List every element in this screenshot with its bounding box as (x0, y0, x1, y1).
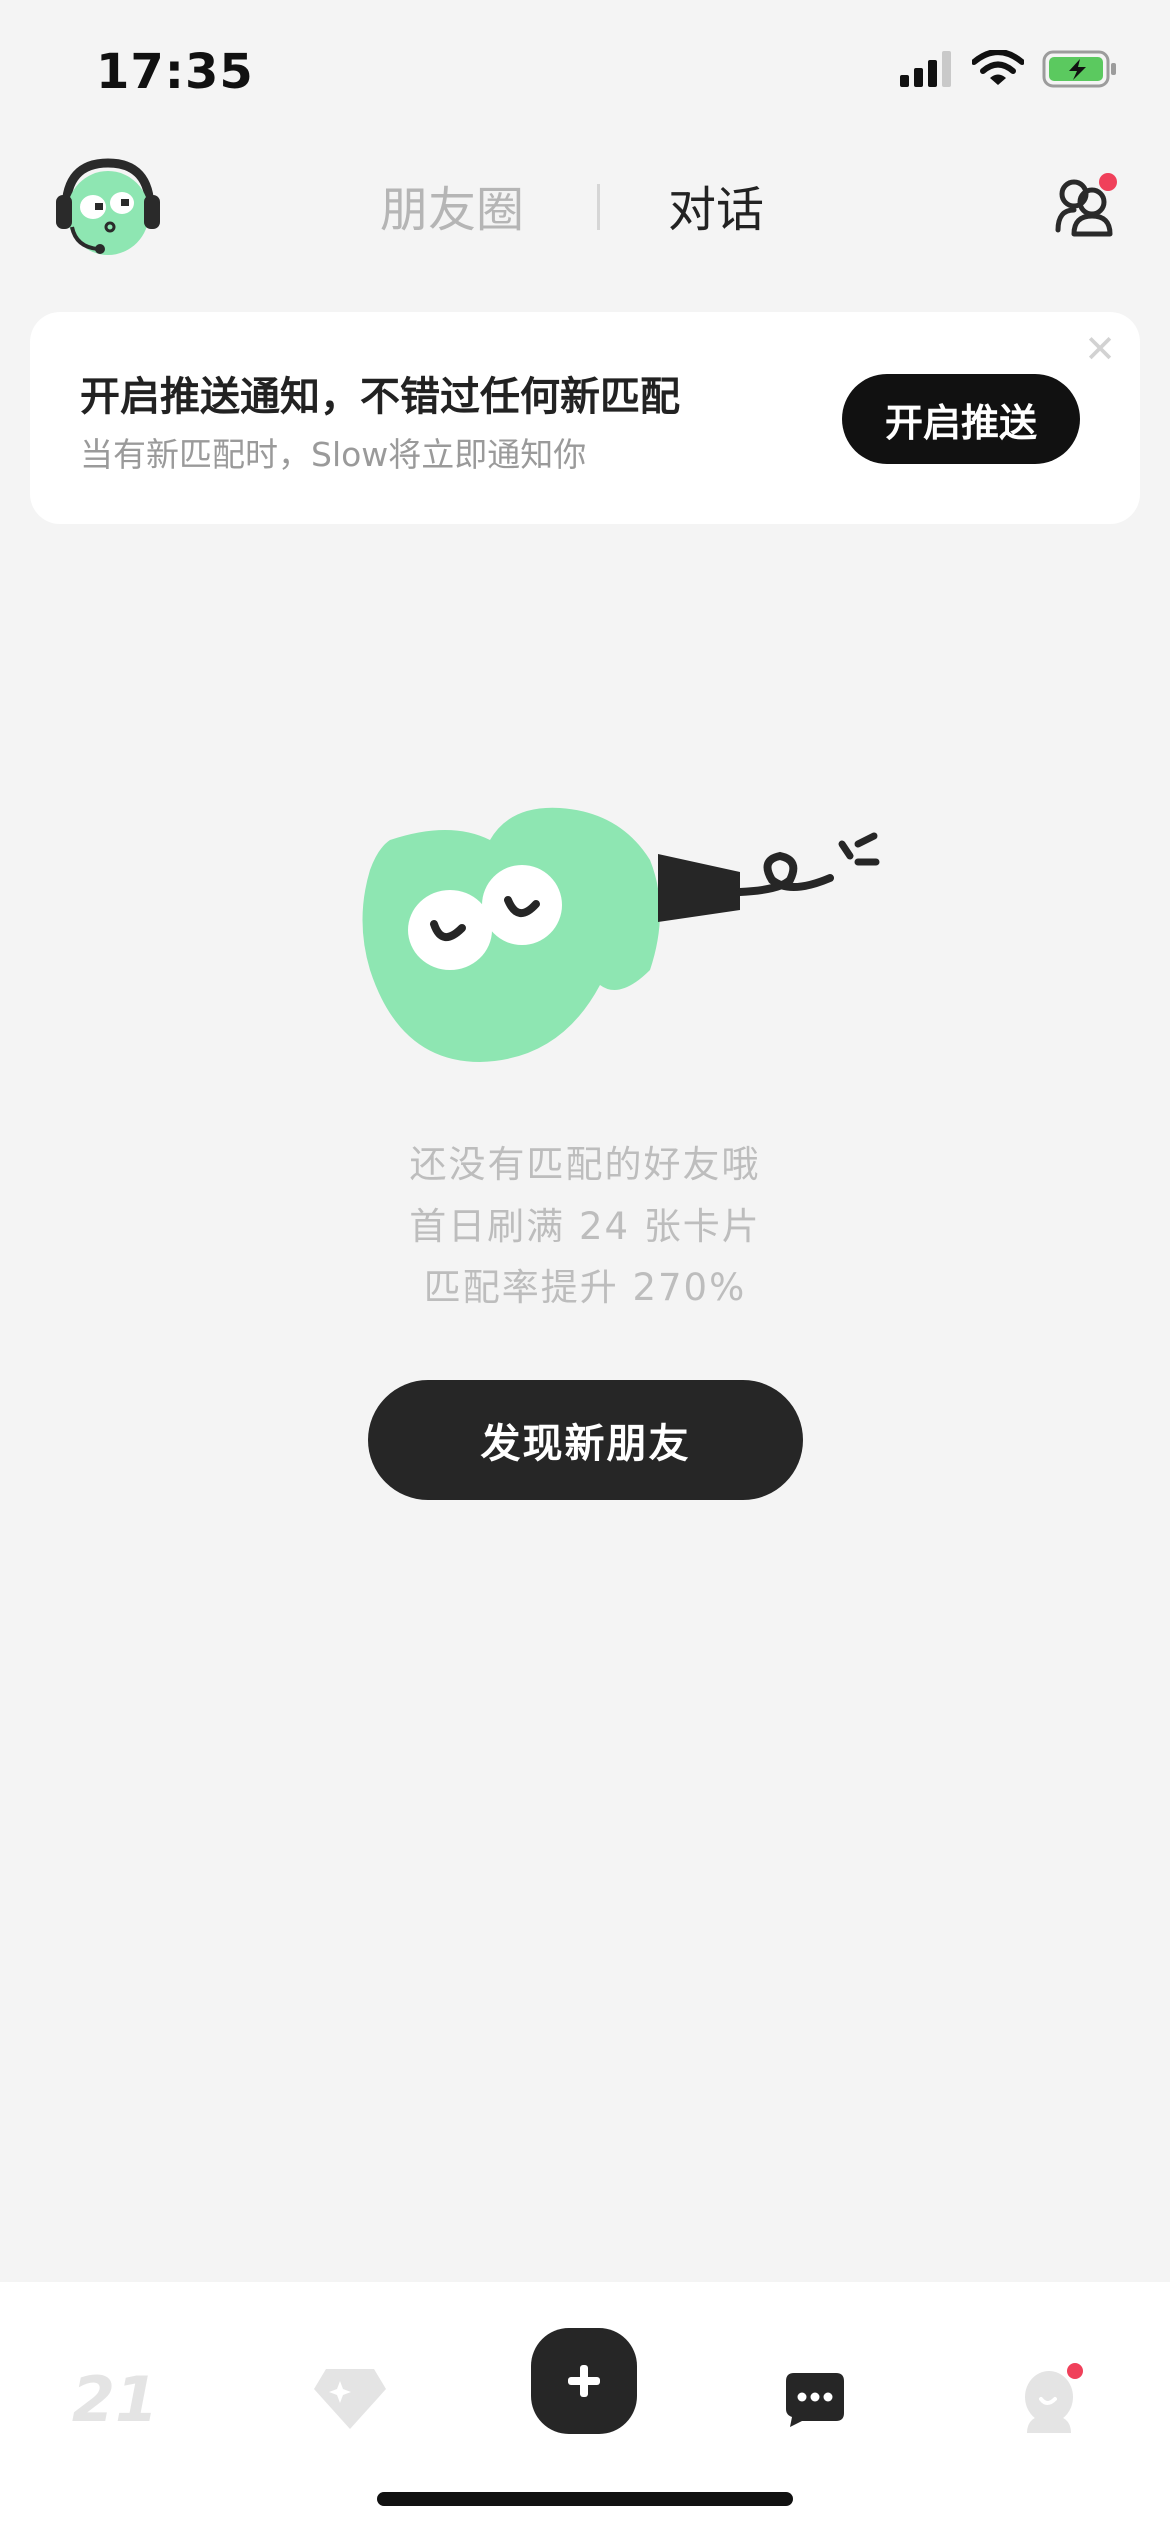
profile-badge (1067, 2363, 1083, 2379)
wifi-icon (972, 50, 1024, 85)
tab-moments[interactable]: 朋友圈 (380, 170, 524, 250)
push-notification-banner: 开启推送通知，不错过任何新匹配 当有新匹配时，Slow将立即通知你 开启推送 ✕ (30, 312, 1140, 524)
chat-bubble-icon (786, 2373, 844, 2427)
empty-state-line-2: 首日刷满 24 张卡片 (409, 1205, 761, 1248)
add-icon (568, 2365, 600, 2397)
tab-bar: 朋友圈 对话 (0, 170, 1170, 250)
status-icons (900, 50, 1118, 88)
friends-icon (1055, 173, 1117, 237)
tab-chat[interactable]: 对话 (668, 170, 764, 250)
nav-profile[interactable] (998, 2344, 1108, 2454)
friends-badge (1099, 173, 1117, 191)
banner-subtitle: 当有新匹配时，Slow将立即通知你 (80, 435, 587, 474)
battery-charging-icon (1042, 50, 1116, 88)
profile-icon (1025, 2363, 1083, 2433)
nav-add-button[interactable] (531, 2328, 637, 2434)
empty-state-line-3: 匹配率提升 270% (423, 1266, 747, 1309)
nav-day-counter[interactable]: 21 (60, 2344, 170, 2454)
nav-gem[interactable] (295, 2344, 405, 2454)
green-blob-megaphone-mascot-icon (362, 807, 880, 1062)
signal-icon (900, 51, 951, 87)
empty-state-line-1: 还没有匹配的好友哦 (409, 1143, 761, 1186)
enable-push-button[interactable]: 开启推送 (842, 374, 1080, 464)
empty-state-illustration (360, 800, 900, 1080)
nav-messages[interactable] (760, 2344, 870, 2454)
home-indicator (377, 2492, 793, 2506)
tab-divider (597, 184, 600, 230)
gem-icon (314, 2369, 386, 2429)
status-time: 17:35 (96, 44, 254, 100)
banner-title: 开启推送通知，不错过任何新匹配 (80, 374, 680, 420)
friends-button[interactable] (1052, 170, 1122, 240)
close-icon[interactable]: ✕ (1084, 330, 1116, 368)
discover-friends-button[interactable]: 发现新朋友 (368, 1380, 803, 1500)
